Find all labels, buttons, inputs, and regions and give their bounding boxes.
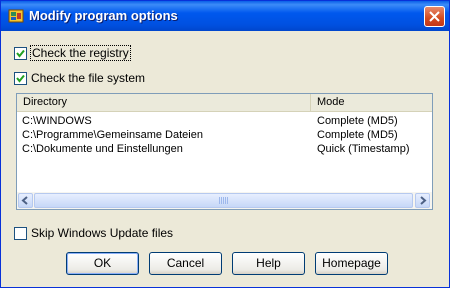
column-header-mode[interactable]: Mode (311, 94, 432, 111)
mode-cell: Complete (MD5) (317, 129, 398, 141)
skip-windows-update-checkbox[interactable] (14, 226, 27, 240)
check-filesystem-option[interactable]: Check the file system (14, 71, 145, 85)
cancel-button-label: Cancel (166, 256, 205, 270)
check-registry-option[interactable]: Check the registry (14, 45, 131, 61)
skip-windows-update-option[interactable]: Skip Windows Update files (14, 226, 173, 240)
skip-windows-update-label: Skip Windows Update files (31, 226, 174, 240)
grip-icon (219, 197, 229, 204)
cancel-button[interactable]: Cancel (149, 252, 222, 275)
scroll-right-button[interactable] (415, 193, 430, 208)
dialog-content: Check the registry Check the file system… (4, 31, 446, 284)
directory-cell: C:\WINDOWS (22, 115, 92, 127)
arrow-left-icon (21, 196, 28, 205)
homepage-button-label: Homepage (322, 256, 381, 270)
mode-cell: Quick (Timestamp) (317, 143, 410, 155)
ok-button[interactable]: OK (66, 252, 139, 275)
list-header: Directory Mode (17, 94, 432, 112)
list-item[interactable]: C:\WINDOWS Complete (MD5) (17, 114, 432, 128)
directory-cell: C:\Dokumente und Einstellungen (22, 143, 183, 155)
check-filesystem-checkbox[interactable] (14, 71, 27, 85)
checkmark-icon (16, 49, 25, 58)
close-button[interactable] (424, 6, 445, 27)
list-item[interactable]: C:\Programme\Gemeinsame Dateien Complete… (17, 128, 432, 142)
mode-cell: Complete (MD5) (317, 115, 398, 127)
horizontal-scrollbar[interactable] (17, 192, 432, 209)
scroll-thumb[interactable] (34, 193, 413, 208)
help-button[interactable]: Help (232, 252, 305, 275)
check-registry-label: Check the registry (30, 45, 131, 61)
arrow-right-icon (420, 196, 427, 205)
close-icon (429, 11, 440, 22)
directory-cell: C:\Programme\Gemeinsame Dateien (22, 129, 203, 141)
checkmark-icon (16, 74, 25, 83)
modify-options-dialog: Modify program options Check the registr… (0, 0, 450, 288)
help-button-label: Help (256, 256, 281, 270)
window-title: Modify program options (29, 8, 178, 23)
ok-button-label: OK (93, 256, 112, 270)
column-header-directory[interactable]: Directory (17, 94, 311, 111)
directory-list[interactable]: Directory Mode C:\WINDOWS Complete (MD5)… (16, 93, 433, 210)
scroll-left-button[interactable] (18, 193, 33, 208)
list-item[interactable]: C:\Dokumente und Einstellungen Quick (Ti… (17, 142, 432, 156)
check-filesystem-label: Check the file system (31, 71, 146, 85)
homepage-button[interactable]: Homepage (315, 252, 388, 275)
program-icon (8, 9, 24, 23)
title-bar[interactable]: Modify program options (1, 1, 449, 31)
check-registry-checkbox[interactable] (14, 46, 27, 60)
